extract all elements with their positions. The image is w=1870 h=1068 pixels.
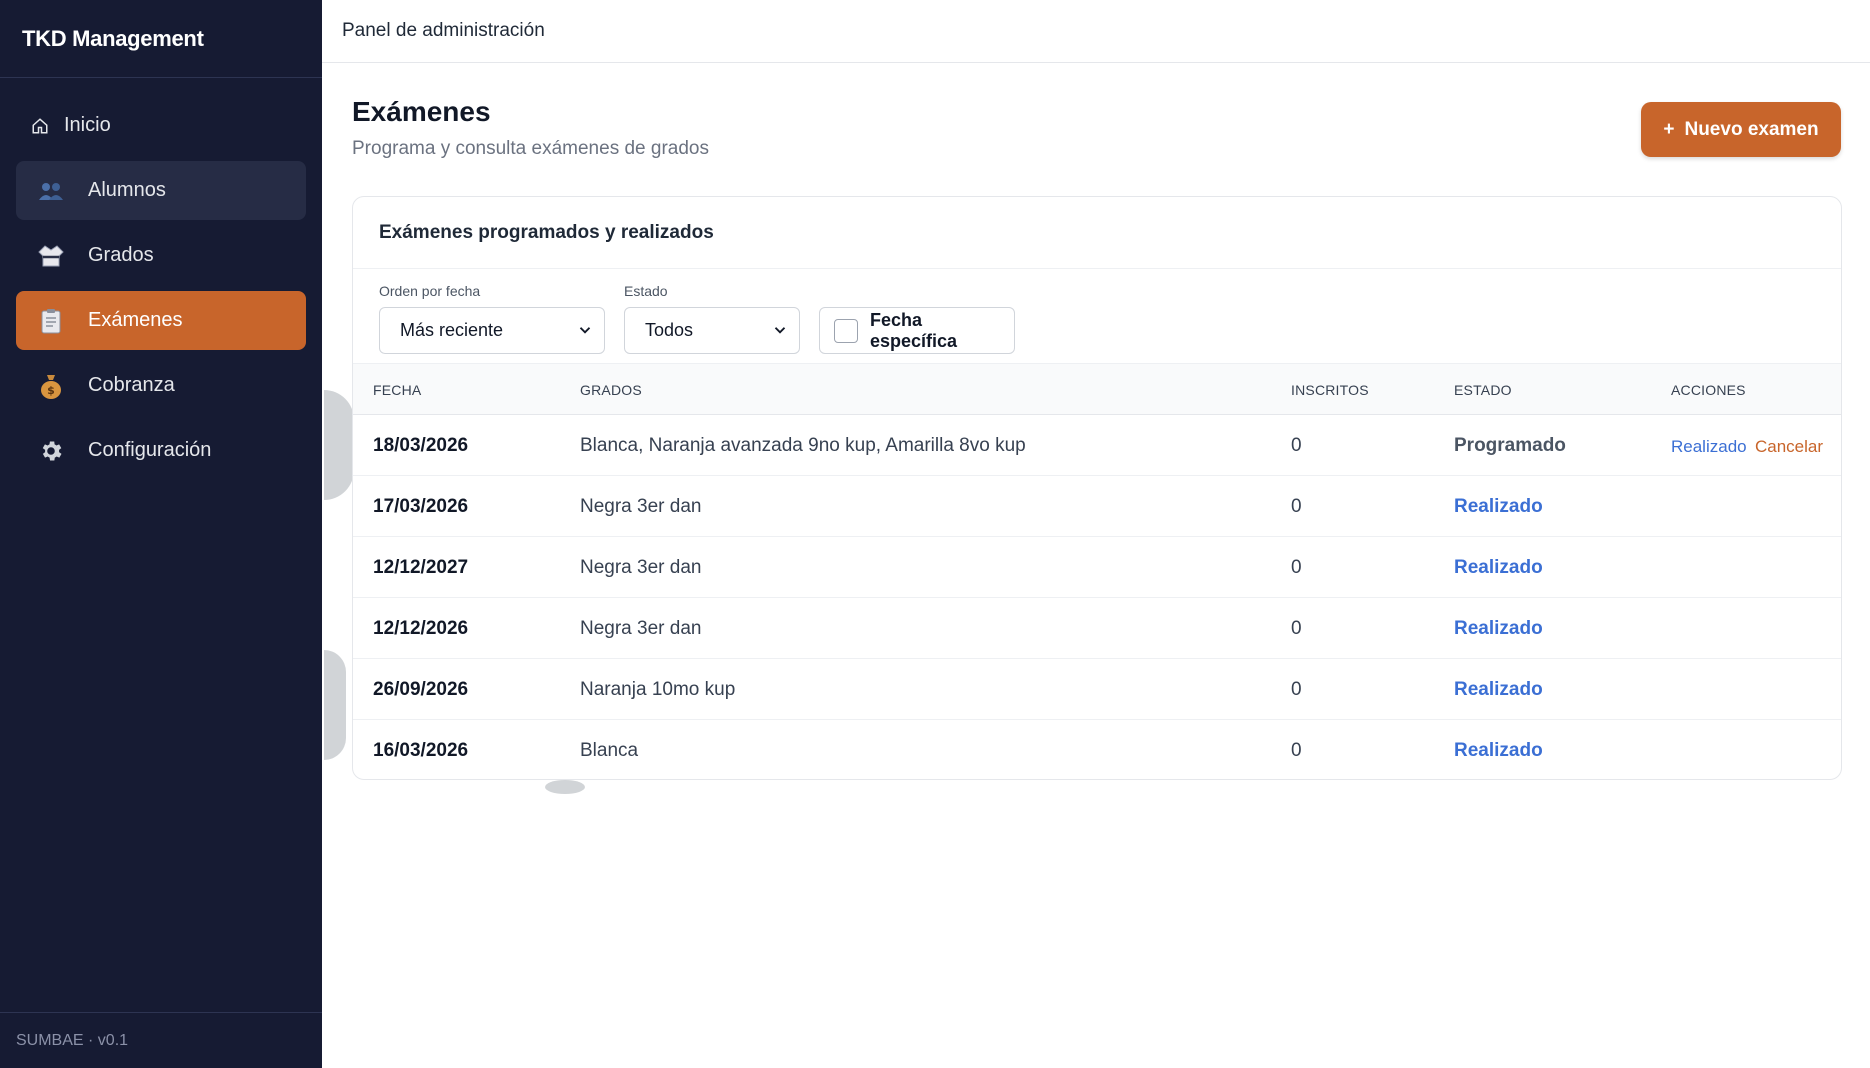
order-select-value: Más reciente bbox=[400, 320, 504, 340]
column-header-estado[interactable]: ESTADO bbox=[1454, 382, 1512, 398]
order-select[interactable]: Más reciente bbox=[379, 307, 605, 354]
table-row[interactable]: 18/03/2026 Blanca, Naranja avanzada 9no … bbox=[353, 415, 1841, 476]
column-header-grados[interactable]: GRADOS bbox=[580, 382, 642, 398]
exam-status: Realizado bbox=[1454, 679, 1543, 700]
exam-status: Realizado bbox=[1454, 496, 1543, 517]
new-exam-label: Nuevo examen bbox=[1684, 118, 1819, 140]
exam-enrolled: 0 bbox=[1291, 740, 1302, 761]
exam-enrolled: 0 bbox=[1291, 557, 1302, 578]
state-select-value: Todos bbox=[645, 320, 694, 340]
sidebar-item-alumnos[interactable]: Alumnos bbox=[16, 161, 306, 220]
sidebar-item-label: Exámenes bbox=[88, 309, 183, 331]
exam-enrolled: 0 bbox=[1291, 618, 1302, 639]
table-row[interactable]: 16/03/2026 Blanca 0 Realizado bbox=[353, 720, 1841, 779]
column-header-acciones: ACCIONES bbox=[1671, 382, 1746, 398]
page-title: Exámenes bbox=[352, 96, 491, 127]
sidebar-item-label: Cobranza bbox=[88, 374, 175, 396]
exam-date: 26/09/2026 bbox=[373, 679, 469, 700]
clipboard-icon bbox=[36, 306, 66, 336]
filters-bar: Orden por fecha Más reciente Estado Todo… bbox=[353, 269, 1841, 363]
specific-date-checkbox[interactable] bbox=[834, 318, 858, 343]
sidebar-item-cobranza[interactable]: $ Cobranza bbox=[16, 356, 306, 415]
sidebar-item-label: Grados bbox=[88, 244, 154, 266]
background-decoration bbox=[324, 650, 346, 760]
table-header: FECHA GRADOS INSCRITOS ESTADO ACCIONES bbox=[353, 363, 1841, 415]
cancel-link[interactable]: Cancelar bbox=[1755, 437, 1823, 457]
topbar-title: Panel de administración bbox=[342, 20, 545, 41]
chevron-down-icon bbox=[579, 327, 591, 334]
users-icon bbox=[36, 176, 66, 206]
exam-grades: Negra 3er dan bbox=[580, 557, 702, 578]
exam-date: 17/03/2026 bbox=[373, 496, 469, 517]
brand-title: TKD Management bbox=[0, 0, 322, 78]
exam-grades: Naranja 10mo kup bbox=[580, 679, 736, 700]
specific-date-toggle[interactable]: Fecha específica bbox=[819, 307, 1015, 354]
money-bag-icon: $ bbox=[36, 371, 66, 401]
exam-enrolled: 0 bbox=[1291, 679, 1302, 700]
table-row[interactable]: 17/03/2026 Negra 3er dan 0 Realizado bbox=[353, 476, 1841, 537]
exam-date: 12/12/2027 bbox=[373, 557, 469, 578]
sidebar-item-grados[interactable]: Grados bbox=[16, 226, 306, 285]
svg-text:$: $ bbox=[47, 384, 55, 397]
exam-grades: Blanca, Naranja avanzada 9no kup, Amaril… bbox=[580, 435, 1026, 456]
state-select[interactable]: Todos bbox=[624, 307, 800, 354]
table-row[interactable]: 12/12/2026 Negra 3er dan 0 Realizado bbox=[353, 598, 1841, 659]
exam-date: 18/03/2026 bbox=[373, 435, 469, 456]
home-icon bbox=[30, 111, 50, 141]
plus-icon: + bbox=[1663, 118, 1675, 140]
page-header: Exámenes Programa y consulta exámenes de… bbox=[352, 96, 709, 160]
mark-done-link[interactable]: Realizado bbox=[1671, 437, 1747, 457]
version-footer: SUMBAE · v0.1 bbox=[0, 1012, 322, 1068]
column-header-fecha[interactable]: FECHA bbox=[373, 382, 421, 398]
page-subtitle: Programa y consulta exámenes de grados bbox=[352, 138, 709, 159]
sidebar-item-label: Inicio bbox=[64, 114, 111, 136]
background-decoration bbox=[545, 780, 585, 794]
sidebar-item-examenes[interactable]: Exámenes bbox=[16, 291, 306, 350]
sidebar-item-label: Configuración bbox=[88, 439, 212, 461]
state-filter-label: Estado bbox=[624, 283, 668, 299]
sidebar-item-inicio[interactable]: Inicio bbox=[16, 96, 306, 155]
exams-card: Exámenes programados y realizados Orden … bbox=[352, 196, 1842, 780]
uniform-icon bbox=[36, 241, 66, 271]
topbar: Panel de administración bbox=[322, 0, 1870, 63]
card-title: Exámenes programados y realizados bbox=[353, 197, 1841, 269]
exam-grades: Blanca bbox=[580, 740, 639, 761]
table-body: 18/03/2026 Blanca, Naranja avanzada 9no … bbox=[353, 415, 1841, 779]
chevron-down-icon bbox=[774, 327, 786, 334]
new-exam-button[interactable]: + Nuevo examen bbox=[1641, 102, 1841, 157]
sidebar: TKD Management Inicio Alumnos Grados Exá… bbox=[0, 0, 322, 1068]
gear-icon bbox=[36, 436, 66, 466]
exam-grades: Negra 3er dan bbox=[580, 618, 702, 639]
exam-status: Programado bbox=[1454, 435, 1566, 456]
exam-grades: Negra 3er dan bbox=[580, 496, 702, 517]
exam-status: Realizado bbox=[1454, 557, 1543, 578]
column-header-inscritos[interactable]: INSCRITOS bbox=[1291, 382, 1369, 398]
exam-date: 16/03/2026 bbox=[373, 740, 469, 761]
exam-status: Realizado bbox=[1454, 618, 1543, 639]
sidebar-item-configuracion[interactable]: Configuración bbox=[16, 421, 306, 480]
exam-enrolled: 0 bbox=[1291, 496, 1302, 517]
sidebar-item-label: Alumnos bbox=[88, 179, 166, 201]
table-row[interactable]: 12/12/2027 Negra 3er dan 0 Realizado bbox=[353, 537, 1841, 598]
exam-date: 12/12/2026 bbox=[373, 618, 469, 639]
specific-date-label: Fecha específica bbox=[869, 309, 958, 351]
exam-status: Realizado bbox=[1454, 740, 1543, 761]
background-decoration bbox=[324, 390, 354, 500]
order-filter-label: Orden por fecha bbox=[379, 283, 481, 299]
table-row[interactable]: 26/09/2026 Naranja 10mo kup 0 Realizado bbox=[353, 659, 1841, 720]
sidebar-nav: Inicio Alumnos Grados Exámenes $ Cobranz… bbox=[0, 78, 322, 480]
exam-enrolled: 0 bbox=[1291, 435, 1302, 456]
